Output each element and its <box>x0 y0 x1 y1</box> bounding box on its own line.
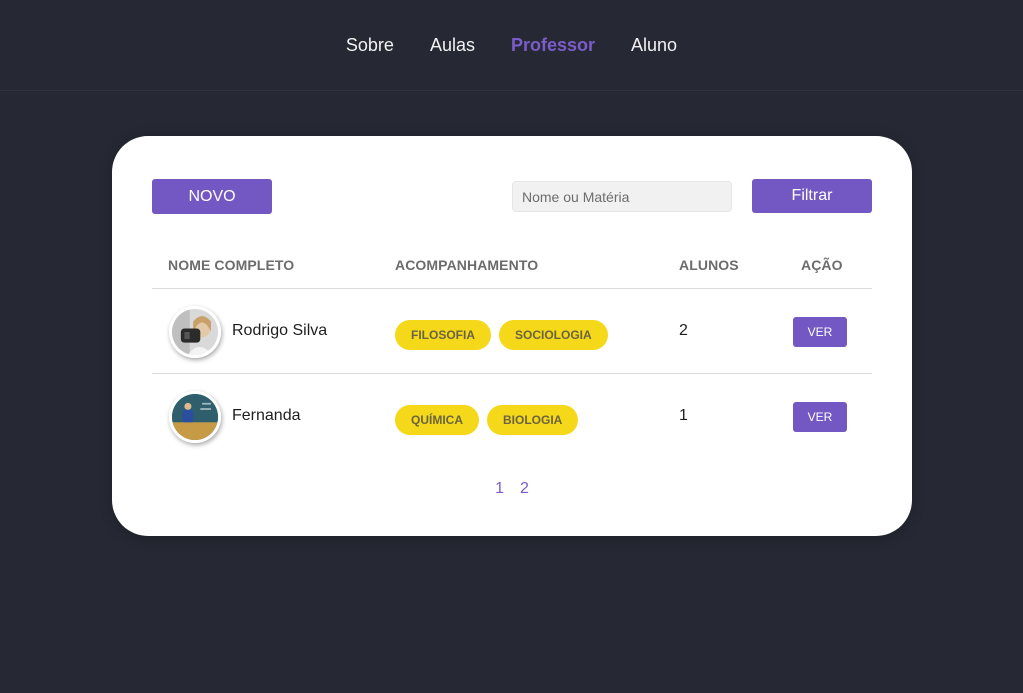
subject-tags: FILOSOFIA SOCIOLOGIA <box>395 320 608 350</box>
table-row: Fernanda QUÍMICA BIOLOGIA 1 VER <box>152 374 872 459</box>
subject-tag: SOCIOLOGIA <box>499 320 608 350</box>
table-header: NOME COMPLETO ACOMPANHAMENTO ALUNOS AÇÃO <box>152 241 872 289</box>
nav-link-aulas[interactable]: Aulas <box>430 35 475 56</box>
main-nav: Sobre Aulas Professor Aluno <box>346 35 677 56</box>
view-button[interactable]: VER <box>793 317 847 347</box>
new-teacher-button[interactable]: NOVO <box>152 179 272 214</box>
table-row: Rodrigo Silva FILOSOFIA SOCIOLOGIA 2 VER <box>152 289 872 374</box>
page-link-2[interactable]: 2 <box>520 480 529 498</box>
teacher-name: Fernanda <box>232 407 301 424</box>
header-tracking: ACOMPANHAMENTO <box>395 257 539 273</box>
header-students: ALUNOS <box>679 257 739 273</box>
teachers-card: NOVO Filtrar NOME COMPLETO ACOMPANHAMENT… <box>112 136 912 536</box>
teacher-name: Rodrigo Silva <box>232 322 328 339</box>
student-count: 1 <box>679 407 688 424</box>
student-count: 2 <box>679 322 688 339</box>
classroom-photo-avatar <box>169 391 221 443</box>
header-action: AÇÃO <box>801 257 843 273</box>
subject-tag: BIOLOGIA <box>487 405 579 435</box>
nav-link-aluno[interactable]: Aluno <box>631 35 677 56</box>
subject-tag: QUÍMICA <box>395 405 479 435</box>
filter-button[interactable]: Filtrar <box>752 179 872 213</box>
search-input[interactable] <box>512 181 732 212</box>
header-full-name: NOME COMPLETO <box>168 257 295 273</box>
view-button[interactable]: VER <box>793 402 847 432</box>
pagination: 1 2 <box>112 480 912 498</box>
nav-link-professor[interactable]: Professor <box>511 35 595 56</box>
person-photo-avatar <box>169 306 221 358</box>
top-navigation-bar: Sobre Aulas Professor Aluno <box>0 0 1023 91</box>
nav-link-sobre[interactable]: Sobre <box>346 35 394 56</box>
page-link-1[interactable]: 1 <box>495 480 504 498</box>
subject-tags: QUÍMICA BIOLOGIA <box>395 405 579 435</box>
subject-tag: FILOSOFIA <box>395 320 491 350</box>
